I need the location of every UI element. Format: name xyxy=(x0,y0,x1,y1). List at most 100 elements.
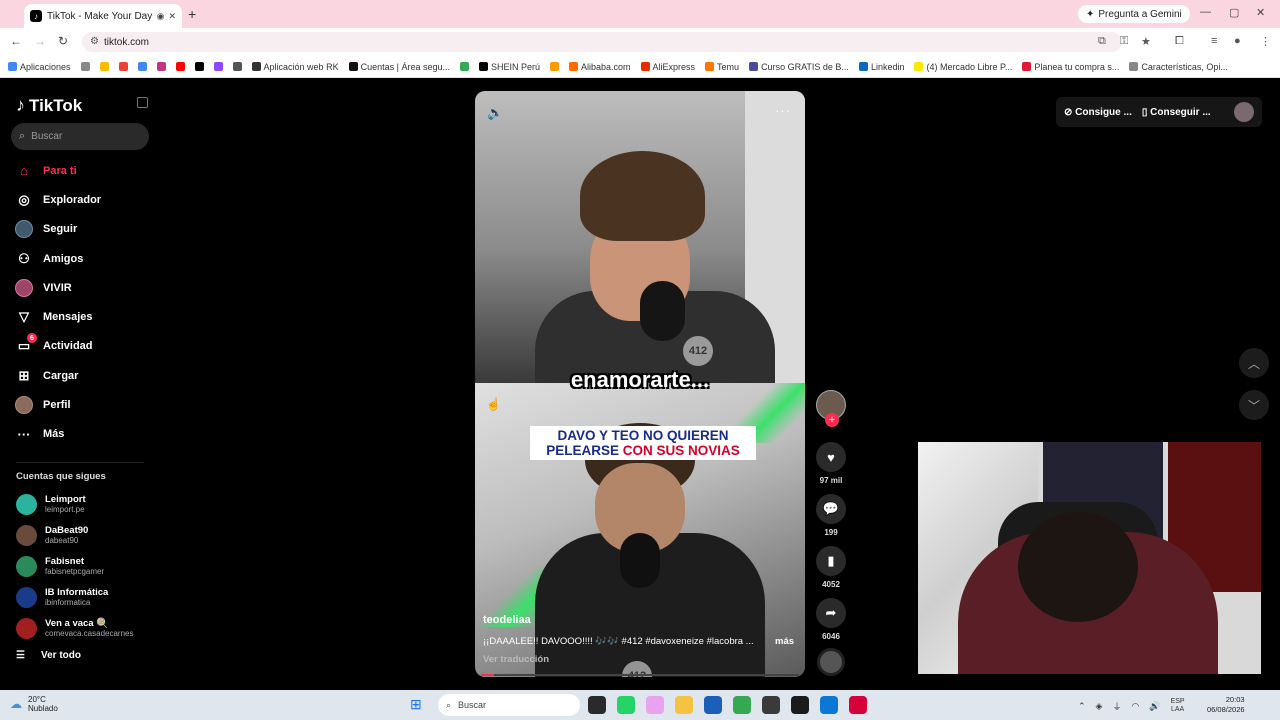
bookmark-item[interactable] xyxy=(550,62,559,71)
wifi-icon[interactable]: ◠ xyxy=(1131,701,1139,712)
video-author[interactable]: teodeliaa xyxy=(483,614,531,626)
sidebar-item-mas[interactable]: ··· Más xyxy=(0,420,160,449)
bookmark-item[interactable]: Cuentas | Área segu... xyxy=(348,62,450,72)
bookmark-item[interactable]: Alibaba.com xyxy=(569,62,631,72)
search-box[interactable]: ⌕ xyxy=(11,123,149,150)
clock[interactable]: 20:03 06/08/2026 xyxy=(1207,695,1245,715)
bookmark-star-icon[interactable]: ★ xyxy=(1141,35,1151,48)
bookmark-item[interactable] xyxy=(232,62,242,71)
bookmark-item[interactable]: Planea tu compra s... xyxy=(1022,62,1119,72)
volume-icon[interactable]: 🔈 xyxy=(487,105,503,121)
user-avatar[interactable] xyxy=(1234,102,1254,122)
bookmark-item[interactable] xyxy=(213,62,223,71)
sidebar-item-mensajes[interactable]: ▽ Mensajes xyxy=(0,302,160,331)
site-info-icon[interactable]: ⚙ xyxy=(90,36,99,47)
bookmark-item[interactable]: AliExpress xyxy=(640,62,695,72)
save-button[interactable]: ▮ xyxy=(816,546,846,576)
video-player[interactable]: 412 412 DAVO Y TEO NO QUIEREN PELEARSE C… xyxy=(475,91,805,677)
bookmark-item[interactable]: Temu xyxy=(705,62,739,72)
video-progress-bar[interactable] xyxy=(481,674,799,676)
followed-account[interactable]: IB Informática ibinformatica xyxy=(16,582,134,613)
taskbar-app-icon[interactable] xyxy=(675,696,693,714)
taskbar-search[interactable]: ⌕ Buscar xyxy=(438,694,580,716)
maximize-icon[interactable]: ▢ xyxy=(1229,6,1239,19)
translate-link[interactable]: Ver traducción xyxy=(483,654,549,665)
translate-icon[interactable]: ⧉ xyxy=(1098,35,1106,48)
back-icon[interactable]: ← xyxy=(10,34,22,48)
reload-icon[interactable]: ↻ xyxy=(58,34,68,48)
minimize-icon[interactable]: — xyxy=(1200,6,1211,18)
password-icon[interactable]: ⚿ xyxy=(1120,35,1128,48)
followed-account[interactable]: Ven a vaca 🍭 comevaca.casadecarnes xyxy=(16,613,134,644)
chevron-up-icon[interactable]: ⌃ xyxy=(1078,701,1086,712)
get-app-button[interactable]: ▯ Conseguir ... xyxy=(1142,107,1211,118)
taskbar-app-icon[interactable] xyxy=(646,696,664,714)
browser-tab[interactable]: ♪ TikTok - Make Your Day ◉ ✕ xyxy=(24,4,182,28)
forward-icon[interactable]: → xyxy=(34,34,46,48)
browser-menu-icon[interactable]: ⋮ xyxy=(1260,35,1271,48)
sidebar-item-cargar[interactable]: ⊞ Cargar xyxy=(0,361,160,390)
profile-avatar-icon[interactable]: ● xyxy=(1234,35,1241,47)
comment-button[interactable]: 💬 xyxy=(816,494,846,524)
reading-list-icon[interactable]: ≡ xyxy=(1211,35,1217,47)
language-indicator[interactable]: ESP LAA xyxy=(1171,698,1185,714)
bookmark-item[interactable]: (4) Mercado Libre P... xyxy=(914,62,1012,72)
bookmark-item[interactable] xyxy=(137,62,147,71)
network-icon[interactable]: ◈ xyxy=(1096,701,1103,712)
taskbar-app-icon[interactable] xyxy=(704,696,722,714)
usb-icon[interactable]: ⏚ xyxy=(1112,700,1121,713)
new-tab-button[interactable]: + xyxy=(188,6,196,22)
get-coins-button[interactable]: ⊘ Consigue ... xyxy=(1064,107,1132,118)
bookmark-item[interactable]: SHEIN Perú xyxy=(478,62,540,72)
taskbar-app-icon[interactable] xyxy=(588,696,606,714)
gemini-button[interactable]: ✦ Pregunta a Gemini xyxy=(1078,5,1190,23)
author-avatar[interactable]: + xyxy=(816,390,846,427)
bookmark-item[interactable] xyxy=(175,62,185,71)
bookmark-item[interactable]: Aplicación web RK xyxy=(251,62,339,72)
share-button[interactable]: ➦ xyxy=(816,598,846,628)
follow-plus-icon[interactable]: + xyxy=(825,413,839,427)
description-more-link[interactable]: más xyxy=(775,636,794,647)
sidebar-item-seguir[interactable]: Seguir xyxy=(0,215,160,244)
sidebar-item-explorador[interactable]: ◎ Explorador xyxy=(0,185,160,214)
sidebar-item-vivir[interactable]: VIVIR xyxy=(0,273,160,302)
like-button[interactable]: ♥ xyxy=(816,442,846,472)
search-input[interactable] xyxy=(31,131,132,142)
taskbar-app-icon[interactable] xyxy=(762,696,780,714)
taskbar-app-icon[interactable] xyxy=(617,696,635,714)
bookmark-item[interactable] xyxy=(194,62,204,71)
next-video-button[interactable]: ﹀ xyxy=(1239,390,1269,420)
video-more-icon[interactable]: ··· xyxy=(775,103,791,118)
taskbar-app-icon[interactable] xyxy=(849,696,867,714)
taskbar-app-icon[interactable] xyxy=(733,696,751,714)
bookmark-item[interactable] xyxy=(80,62,90,71)
music-disc-icon[interactable] xyxy=(817,648,845,676)
weather-widget[interactable]: ☁ 20°C Nublado xyxy=(10,695,58,713)
bookmark-item[interactable]: Aplicaciones xyxy=(8,62,71,72)
bookmark-item[interactable]: Características, Opi... xyxy=(1129,62,1228,72)
sidebar-item-actividad[interactable]: ▭ 6 Actividad xyxy=(0,332,160,361)
taskbar-app-icon[interactable] xyxy=(791,696,809,714)
extensions-icon[interactable]: ⧠ xyxy=(1175,35,1184,48)
followed-account[interactable]: Leimport leimport.pe xyxy=(16,489,134,520)
bookmark-item[interactable] xyxy=(99,62,109,71)
bookmark-item[interactable] xyxy=(459,62,469,71)
bookmark-item[interactable]: Curso GRATIS de B... xyxy=(749,62,849,72)
close-window-icon[interactable]: ✕ xyxy=(1256,6,1265,19)
previous-video-button[interactable]: ︿ xyxy=(1239,348,1269,378)
url-field[interactable]: ⚙ tiktok.com xyxy=(82,32,1122,52)
bookmark-item[interactable] xyxy=(118,62,128,71)
tab-close-icon[interactable]: ✕ xyxy=(168,11,176,22)
collapse-sidebar-icon[interactable] xyxy=(137,97,148,108)
sidebar-item-perfil[interactable]: Perfil xyxy=(0,390,160,419)
windows-start-icon[interactable]: ⊞ xyxy=(410,696,422,713)
tab-audio-icon[interactable]: ◉ xyxy=(157,11,165,22)
volume-tray-icon[interactable]: 🔊 xyxy=(1149,701,1160,712)
sidebar-item-amigos[interactable]: ⚇ Amigos xyxy=(0,244,160,273)
tiktok-logo[interactable]: ♪ TikTok xyxy=(16,95,82,116)
see-all-link[interactable]: ☰ Ver todo xyxy=(16,650,81,661)
bookmark-item[interactable] xyxy=(156,62,166,71)
taskbar-app-icon[interactable] xyxy=(820,696,838,714)
followed-account[interactable]: DaBeat90 dabeat90 xyxy=(16,520,134,551)
followed-account[interactable]: Fabisnet fabisnetpcgamer xyxy=(16,551,134,582)
